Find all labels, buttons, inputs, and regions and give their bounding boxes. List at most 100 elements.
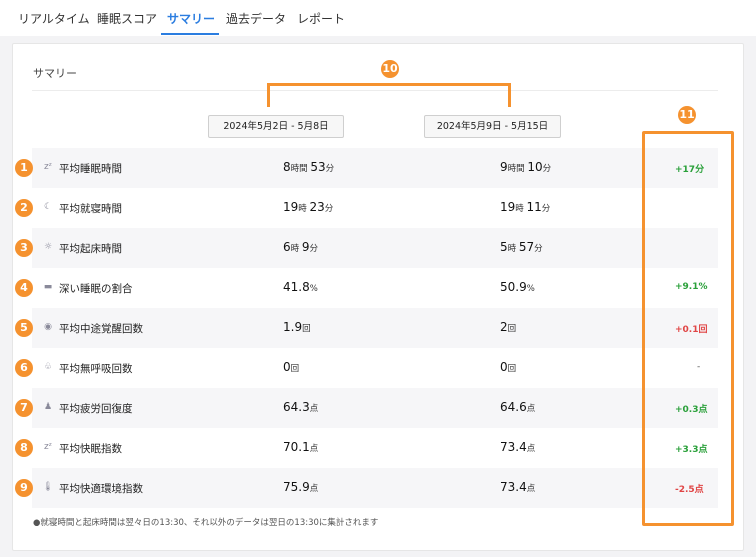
period2-button[interactable]: 2024年5月9日 - 5月15日 <box>424 115 561 138</box>
period1-value: 75.9点 <box>283 480 318 494</box>
period1-value: 64.3点 <box>283 400 318 414</box>
value-number: 5 <box>500 240 508 254</box>
period2-value: 64.6点 <box>500 400 535 414</box>
value-number: 64.6 <box>500 400 527 414</box>
value-number: 70.1 <box>283 440 310 454</box>
value-number: 11 <box>526 200 542 214</box>
value-unit: 回 <box>290 364 300 374</box>
value-number: 57 <box>518 240 535 254</box>
table-row: 7 ♟ 平均疲労回復度 64.3点 64.6点 +0.3点 <box>15 388 718 428</box>
callout-badge-diff: 11 <box>678 106 696 124</box>
row-callout-badge: 4 <box>15 279 33 297</box>
value-number: 50.9 <box>500 280 527 294</box>
value-number: 1.9 <box>283 320 303 334</box>
value-number: 53 <box>310 160 326 174</box>
period2-value: 5時 57分 <box>500 240 543 254</box>
eye-icon: ◉ <box>44 322 52 332</box>
tab-realtime[interactable]: リアルタイム <box>18 10 90 27</box>
sleep-icon: zᶻ <box>43 162 53 172</box>
value-number: 19 <box>283 200 299 214</box>
period1-value: 0回 <box>283 360 299 374</box>
row-callout-badge: 8 <box>15 439 33 457</box>
period1-value: 41.8% <box>283 280 318 294</box>
value-unit: 点 <box>526 444 536 454</box>
value-unit: 時 <box>507 244 519 254</box>
value-unit: 時 <box>290 244 302 254</box>
row-callout-badge: 9 <box>15 479 33 497</box>
bed-icon: ▬ <box>43 282 53 292</box>
period2-value: 0回 <box>500 360 516 374</box>
period2-value: 50.9% <box>500 280 535 294</box>
tab-summary[interactable]: サマリー <box>167 10 215 27</box>
row-label: 平均快眠指数 <box>59 443 122 455</box>
value-number: 6 <box>283 240 291 254</box>
row-callout-badge: 5 <box>15 319 33 337</box>
period2-value: 73.4点 <box>500 480 535 494</box>
value-unit: 分 <box>542 164 552 174</box>
table-row: 1 zᶻ 平均睡眠時間 8時間 53分 9時間 10分 +17分 <box>15 148 718 188</box>
card-title: サマリー <box>33 67 77 80</box>
value-unit: 点 <box>309 444 319 454</box>
value-unit: % <box>526 284 535 294</box>
period2-value: 2回 <box>500 320 516 334</box>
recovery-icon: ♟ <box>43 402 53 412</box>
row-label: 平均睡眠時間 <box>59 163 122 175</box>
row-label: 平均起床時間 <box>59 243 122 255</box>
table-row: 9 🌡 平均快適環境指数 75.9点 73.4点 -2.5点 <box>15 468 718 508</box>
value-number: 9 <box>500 160 508 174</box>
footnote: ●就寝時間と起床時間は翌々日の13:30、それ以外のデータは翌日の13:30に集… <box>33 518 379 528</box>
row-label: 深い睡眠の割合 <box>59 283 133 295</box>
value-unit: 時間 <box>290 164 311 174</box>
value-number: 73.4 <box>500 480 527 494</box>
value-number: 8 <box>283 160 291 174</box>
value-unit: 回 <box>507 364 517 374</box>
value-unit: % <box>309 284 318 294</box>
tab-report[interactable]: レポート <box>297 10 345 27</box>
row-callout-badge: 7 <box>15 399 33 417</box>
value-unit: 点 <box>526 484 536 494</box>
period1-value: 1.9回 <box>283 320 311 334</box>
thermometer-icon: 🌡 <box>42 482 54 492</box>
tab-history[interactable]: 過去データ <box>226 10 286 27</box>
sun-icon: ☼ <box>43 242 53 252</box>
value-unit: 点 <box>309 484 319 494</box>
period2-value: 9時間 10分 <box>500 160 551 174</box>
lungs-icon: ♧ <box>43 362 53 372</box>
row-callout-badge: 1 <box>15 159 33 177</box>
table-row: 2 ☾ 平均就寝時間 19時 23分 19時 11分 <box>15 188 718 228</box>
value-unit: 点 <box>526 404 536 414</box>
table-row: 8 zᶻ 平均快眠指数 70.1点 73.4点 +3.3点 <box>15 428 718 468</box>
moon-icon: ☾ <box>43 202 53 212</box>
value-number: 2 <box>500 320 508 334</box>
period2-value: 19時 11分 <box>500 200 550 214</box>
period1-value: 19時 23分 <box>283 200 333 214</box>
callout-badge-period: 10 <box>381 60 399 78</box>
diff-column-highlight <box>642 131 734 526</box>
value-unit: 分 <box>309 244 318 254</box>
row-callout-badge: 6 <box>15 359 33 377</box>
value-unit: 時間 <box>507 164 528 174</box>
value-unit: 点 <box>309 404 319 414</box>
active-tab-indicator <box>161 33 219 35</box>
value-number: 19 <box>500 200 516 214</box>
row-callout-badge: 3 <box>15 239 33 257</box>
table-row: 3 ☼ 平均起床時間 6時 9分 5時 57分 <box>15 228 718 268</box>
row-label: 平均就寝時間 <box>59 203 122 215</box>
value-unit: 回 <box>507 324 517 334</box>
sleep-icon: zᶻ <box>43 442 53 452</box>
value-number: 64.3 <box>283 400 310 414</box>
table-row: 5 ◉ 平均中途覚醒回数 1.9回 2回 +0.1回 <box>15 308 718 348</box>
value-number: 73.4 <box>500 440 527 454</box>
row-label: 平均疲労回復度 <box>59 403 133 415</box>
period1-value: 6時 9分 <box>283 240 318 254</box>
row-callout-badge: 2 <box>15 199 33 217</box>
value-number: 75.9 <box>283 480 310 494</box>
value-number: 41.8 <box>283 280 310 294</box>
period1-button[interactable]: 2024年5月2日 - 5月8日 <box>208 115 344 138</box>
value-unit: 分 <box>541 204 551 214</box>
tab-sleep-score[interactable]: 睡眠スコア <box>97 10 157 27</box>
value-number: 10 <box>527 160 543 174</box>
period1-value: 8時間 53分 <box>283 160 334 174</box>
value-number: 23 <box>309 200 325 214</box>
value-unit: 時 <box>298 204 310 214</box>
